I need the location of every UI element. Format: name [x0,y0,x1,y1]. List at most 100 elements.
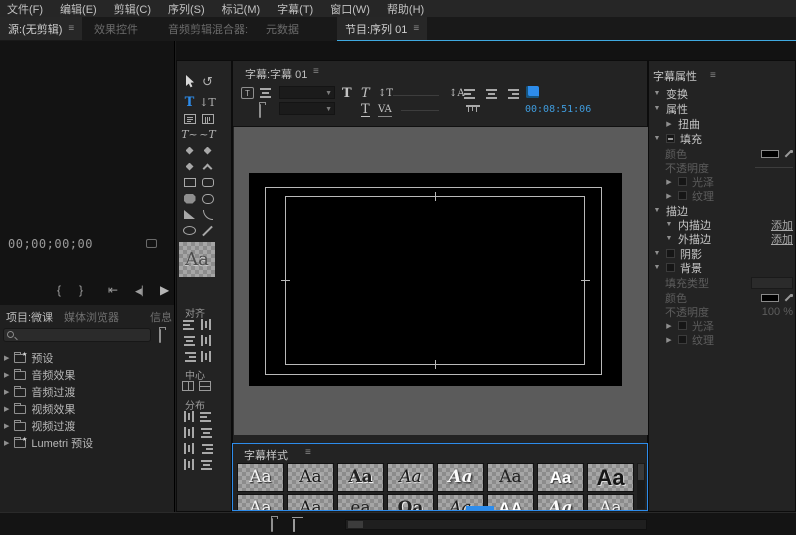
align-vcenter-button[interactable] [200,335,213,347]
tab-stops-button[interactable] [466,105,480,113]
style-swatch[interactable]: Aa [587,463,634,492]
style-swatch[interactable]: Aa [287,494,334,511]
panel-menu-icon[interactable]: ≡ [313,66,319,77]
background-video-timecode[interactable]: 00:08:51:06 [525,104,591,115]
tree-item-video-effects[interactable]: ▶ 视频效果 [4,401,75,417]
prop-strokes[interactable]: ▼描边 [653,204,793,217]
ellipse-tool[interactable] [182,223,197,238]
align-text-right-button[interactable] [506,88,519,100]
prop-outer-stroke[interactable]: ▼外描边 添加 [665,232,793,245]
align-left-button[interactable] [183,319,196,331]
prop-fill-sheen[interactable]: ▶光泽 [665,175,793,188]
add-anchor-tool[interactable]: + [182,159,197,174]
eyedropper-icon[interactable] [783,293,793,303]
style-swatch[interactable]: Aa [537,494,584,511]
panel-menu-icon[interactable]: ≡ [710,70,716,81]
prop-fill-texture[interactable]: ▶纹理 [665,189,793,202]
style-preview-swatch[interactable]: Aa [179,242,215,277]
prop-attributes[interactable]: ▼属性 [653,102,793,115]
style-swatch[interactable]: Aa [337,463,384,492]
clipped-rectangle-tool[interactable] [182,191,197,206]
sheen-checkbox[interactable] [678,177,687,186]
delete-style-icon[interactable] [293,519,295,532]
add-outer-stroke-link[interactable]: 添加 [771,231,793,247]
step-back-button[interactable]: ◀▏ [135,285,149,297]
tracking-control[interactable]: VA [378,103,392,117]
center-horizontal-button[interactable] [182,381,194,391]
vertical-path-type-tool[interactable]: ~T [200,127,215,142]
tree-item-audio-transitions[interactable]: ▶ 音频过渡 [4,384,75,400]
delete-anchor-tool[interactable]: - [200,143,215,158]
align-right-button[interactable] [183,351,196,363]
center-vertical-button[interactable] [199,381,211,391]
collapse-icon[interactable]: ▼ [653,90,661,97]
prop-bg-sheen[interactable]: ▶光泽 [665,319,793,332]
play-button[interactable]: ▶ [160,284,169,296]
collapse-icon[interactable]: ▼ [653,250,661,257]
expand-icon[interactable]: ▶ [665,322,673,330]
show-background-video-button[interactable] [526,86,539,98]
panel-menu-icon[interactable]: ≡ [413,23,419,34]
tab-media-browser[interactable]: 媒体浏览器 [64,309,119,325]
prop-background[interactable]: ▼背景 [653,261,793,274]
distribute-vspacing-button[interactable] [200,459,213,471]
tab-project[interactable]: 项目:微课 [6,309,53,325]
vertical-area-type-tool[interactable] [200,111,215,126]
align-text-left-button[interactable] [464,88,477,100]
prop-inner-stroke[interactable]: ▼内描边 添加 [665,218,793,231]
fill-type-select[interactable] [751,277,793,289]
expander-icon[interactable]: ▶ [4,422,9,430]
prop-bg-texture[interactable]: ▶纹理 [665,333,793,346]
tree-item-presets[interactable]: ▶ ★ 预设 [4,350,53,366]
collapse-icon[interactable]: ▼ [665,235,673,242]
scrollbar-thumb[interactable] [638,464,644,480]
bold-button[interactable]: T [342,87,352,100]
tree-item-audio-effects[interactable]: ▶ 音频效果 [4,367,75,383]
prop-distort[interactable]: ▶扭曲 [665,117,793,130]
templates-button[interactable] [259,104,261,118]
kerning-control[interactable]: ↕A [449,87,465,100]
new-title-button[interactable]: T [241,87,254,99]
pen-tool[interactable] [182,143,197,158]
style-swatch[interactable]: Aa [237,494,284,511]
menu-help[interactable]: 帮助(H) [387,1,424,17]
style-swatch[interactable]: Aa [287,463,334,492]
collapse-icon[interactable]: ▼ [653,135,661,142]
panel-menu-icon[interactable]: ≡ [305,447,311,458]
rotation-tool[interactable]: ↺ [200,74,215,89]
font-family-select[interactable]: ▼ [279,86,335,99]
prop-transform[interactable]: ▼变换 [653,87,793,100]
align-text-center-button[interactable] [485,88,498,100]
collapse-icon[interactable]: ▼ [653,105,661,112]
distribute-vcenter-button[interactable] [200,427,213,439]
distribute-left-button[interactable] [183,411,196,423]
expand-icon[interactable]: ▶ [665,120,673,128]
tab-program-monitor[interactable]: 节目:序列 01 ≡ [337,17,427,40]
background-checkbox[interactable] [666,263,675,272]
mark-in-button[interactable]: { [57,284,61,296]
collapse-icon[interactable]: ▼ [653,207,661,214]
expander-icon[interactable]: ▶ [4,405,9,413]
distribute-hspacing-button[interactable] [183,459,196,471]
rounded-rectangle-tool[interactable] [200,175,215,190]
menu-marker[interactable]: 标记(M) [222,1,261,17]
menu-clip[interactable]: 剪辑(C) [114,1,151,17]
round-rectangle-tool[interactable] [200,191,215,206]
area-type-tool[interactable] [182,111,197,126]
font-size-control[interactable]: ↕T [378,87,393,100]
align-top-button[interactable] [200,319,213,331]
tracking-slider[interactable] [401,110,439,111]
tab-effect-controls[interactable]: 效果控件 [86,17,146,40]
goto-in-button[interactable]: ⇤ [108,284,118,296]
distribute-bottom-button[interactable] [200,443,213,455]
font-size-slider[interactable] [393,95,439,96]
underline-button[interactable]: T [361,103,370,117]
scrollbar-thumb[interactable] [348,521,363,528]
menu-sequence[interactable]: 序列(S) [168,1,205,17]
new-bin-icon[interactable] [159,329,161,343]
style-swatch[interactable]: ea [337,494,384,511]
shadow-checkbox[interactable] [666,249,675,258]
convert-anchor-tool[interactable] [200,159,215,174]
texture-checkbox[interactable] [678,335,687,344]
style-swatch[interactable]: Aa [487,463,534,492]
